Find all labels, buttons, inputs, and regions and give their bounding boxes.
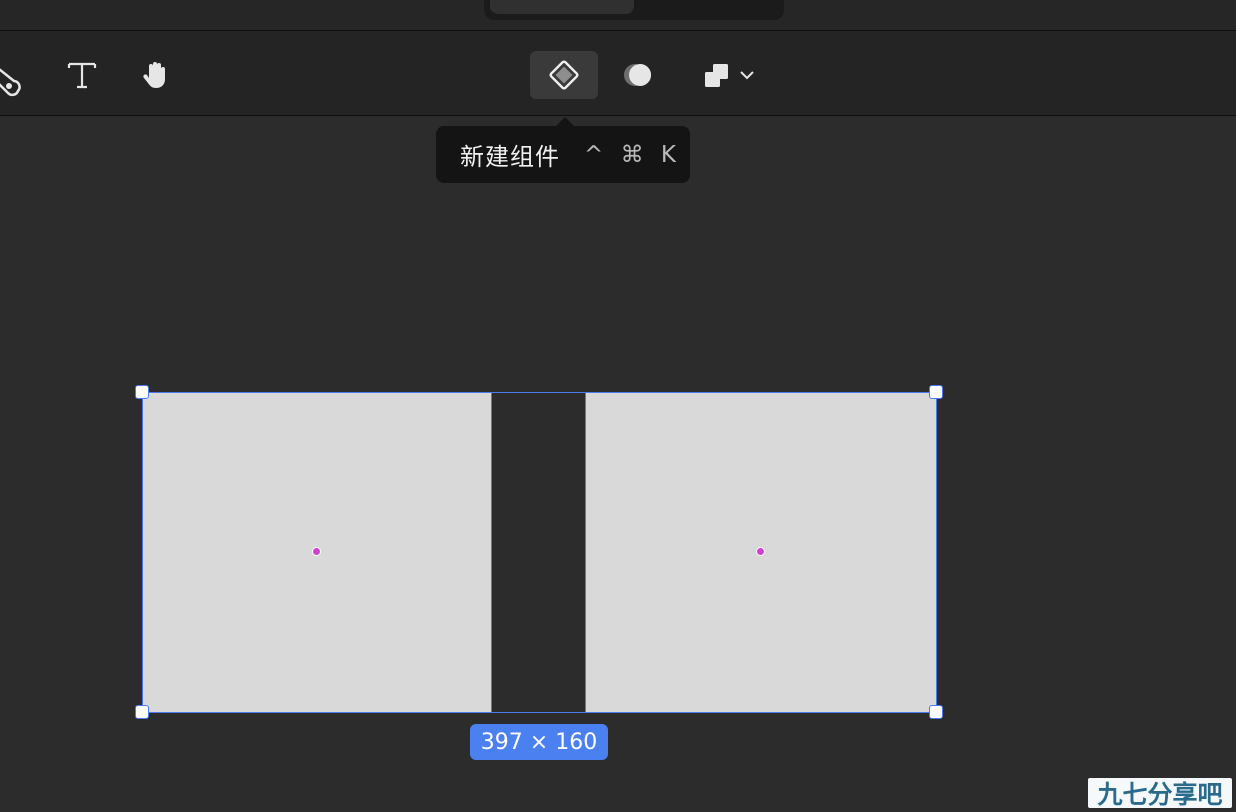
create-component-button[interactable] [530, 51, 598, 99]
resize-handle-top-right[interactable] [929, 385, 943, 399]
component-diamond-icon [549, 60, 579, 90]
hand-icon [143, 62, 165, 88]
tooltip-shortcut: ^ ⌘ K [584, 141, 681, 168]
mask-button[interactable] [616, 51, 660, 99]
toolbar [0, 30, 1236, 116]
pen-tool-button[interactable] [0, 51, 30, 99]
mask-half-circle-icon [624, 64, 651, 86]
boolean-union-icon [705, 64, 728, 87]
text-t-icon [67, 62, 97, 89]
resize-handle-top-left[interactable] [135, 385, 149, 399]
pen-nib-icon [0, 68, 21, 97]
resize-handle-bottom-left[interactable] [135, 705, 149, 719]
selection-divider-right [585, 392, 586, 712]
size-badge: 397 × 160 [470, 724, 608, 760]
tooltip-arrow [556, 117, 574, 126]
hand-tool-button[interactable] [134, 51, 178, 99]
tooltip-label: 新建组件 [460, 143, 560, 171]
top-tab-active[interactable] [490, 0, 634, 14]
text-tool-button[interactable] [60, 51, 104, 99]
boolean-group-button[interactable] [690, 51, 764, 99]
resize-handle-bottom-right[interactable] [929, 705, 943, 719]
selection-divider-left [491, 392, 492, 712]
watermark-logo: 九七分享吧 [1088, 778, 1232, 809]
selection-frame [142, 392, 937, 713]
tooltip: 新建组件 ^ ⌘ K [436, 126, 690, 183]
chevron-down-icon[interactable] [737, 65, 757, 85]
